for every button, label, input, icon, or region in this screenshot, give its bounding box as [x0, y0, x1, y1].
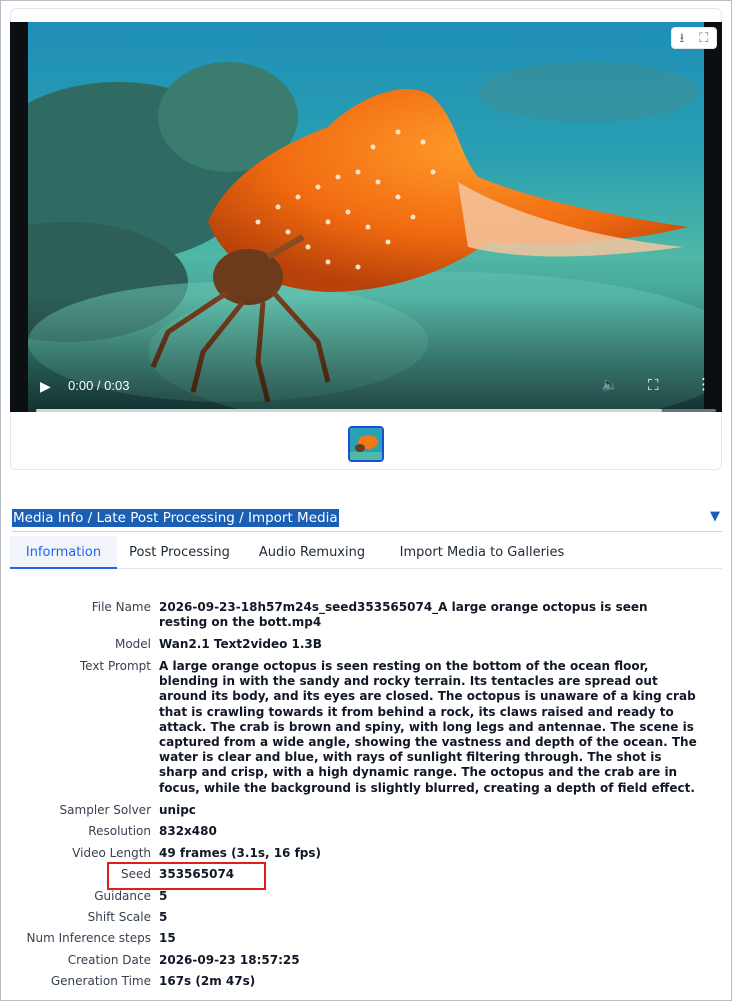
resolution-label: Resolution: [88, 824, 151, 838]
video-length-value: 49 frames (3.1s, 16 fps): [159, 846, 322, 860]
time-display: 0:00 / 0:03: [68, 378, 130, 393]
file-name-label: File Name: [91, 600, 151, 614]
video-frame-image: [28, 22, 704, 412]
accordion-title: Media Info / Late Post Processing / Impo…: [12, 509, 339, 527]
tab-information[interactable]: Information: [10, 536, 117, 569]
generation-time-value: 167s (2m 47s): [159, 974, 256, 988]
video-corner-tools: ⭳ ⛶: [671, 27, 717, 49]
model-value: Wan2.1 Text2video 1.3B: [159, 637, 322, 651]
expand-icon[interactable]: ⛶: [699, 32, 708, 45]
guidance-label: Guidance: [94, 889, 151, 903]
shift-scale-label: Shift Scale: [87, 910, 151, 924]
sampler-label: Sampler Solver: [59, 803, 151, 817]
video-length-label: Video Length: [72, 846, 151, 860]
guidance-value: 5: [159, 889, 168, 903]
chevron-down-icon[interactable]: ▼: [710, 509, 720, 524]
creation-date-value: 2026-09-23 18:57:25: [159, 953, 300, 967]
model-label: Model: [114, 637, 151, 651]
media-info-accordion-header[interactable]: Media Info / Late Post Processing / Impo…: [12, 508, 722, 532]
video-thumbnail[interactable]: [348, 426, 384, 462]
text-prompt-label: Text Prompt: [79, 659, 151, 673]
file-name-value: 2026-09-23-18h57m24s_seed353565074_A lar…: [159, 600, 648, 630]
more-vertical-icon[interactable]: ⋮: [696, 375, 711, 393]
tab-import-media[interactable]: Import Media to Galleries: [387, 536, 577, 569]
shift-scale-value: 5: [159, 910, 168, 924]
text-prompt-value: A large orange octopus is seen resting o…: [159, 659, 697, 795]
tab-audio-remuxing[interactable]: Audio Remuxing: [252, 536, 372, 569]
video-progress-bar[interactable]: [36, 409, 716, 412]
generation-time-label: Generation Time: [50, 974, 151, 988]
play-icon[interactable]: ▶: [40, 379, 51, 395]
creation-date-label: Creation Date: [67, 953, 151, 967]
video-progress-fill: [36, 409, 662, 412]
seed-highlight-box: [107, 862, 266, 890]
video-controls: ▶ 0:00 / 0:03 🔈 ⛶ ⋮: [28, 362, 716, 412]
sampler-value: unipc: [159, 803, 196, 817]
fullscreen-icon[interactable]: ⛶: [648, 376, 659, 394]
inference-steps-value: 15: [159, 931, 176, 945]
media-info-tabs: Information Post Processing Audio Remuxi…: [10, 536, 722, 569]
video-player[interactable]: ▶ 0:00 / 0:03 🔈 ⛶ ⋮: [10, 22, 722, 412]
download-icon[interactable]: ⭳: [680, 32, 685, 45]
resolution-value: 832x480: [159, 824, 217, 838]
tab-post-processing[interactable]: Post Processing: [122, 536, 237, 569]
inference-steps-label: Num Inference steps: [26, 931, 152, 945]
volume-icon[interactable]: 🔈: [601, 377, 618, 393]
